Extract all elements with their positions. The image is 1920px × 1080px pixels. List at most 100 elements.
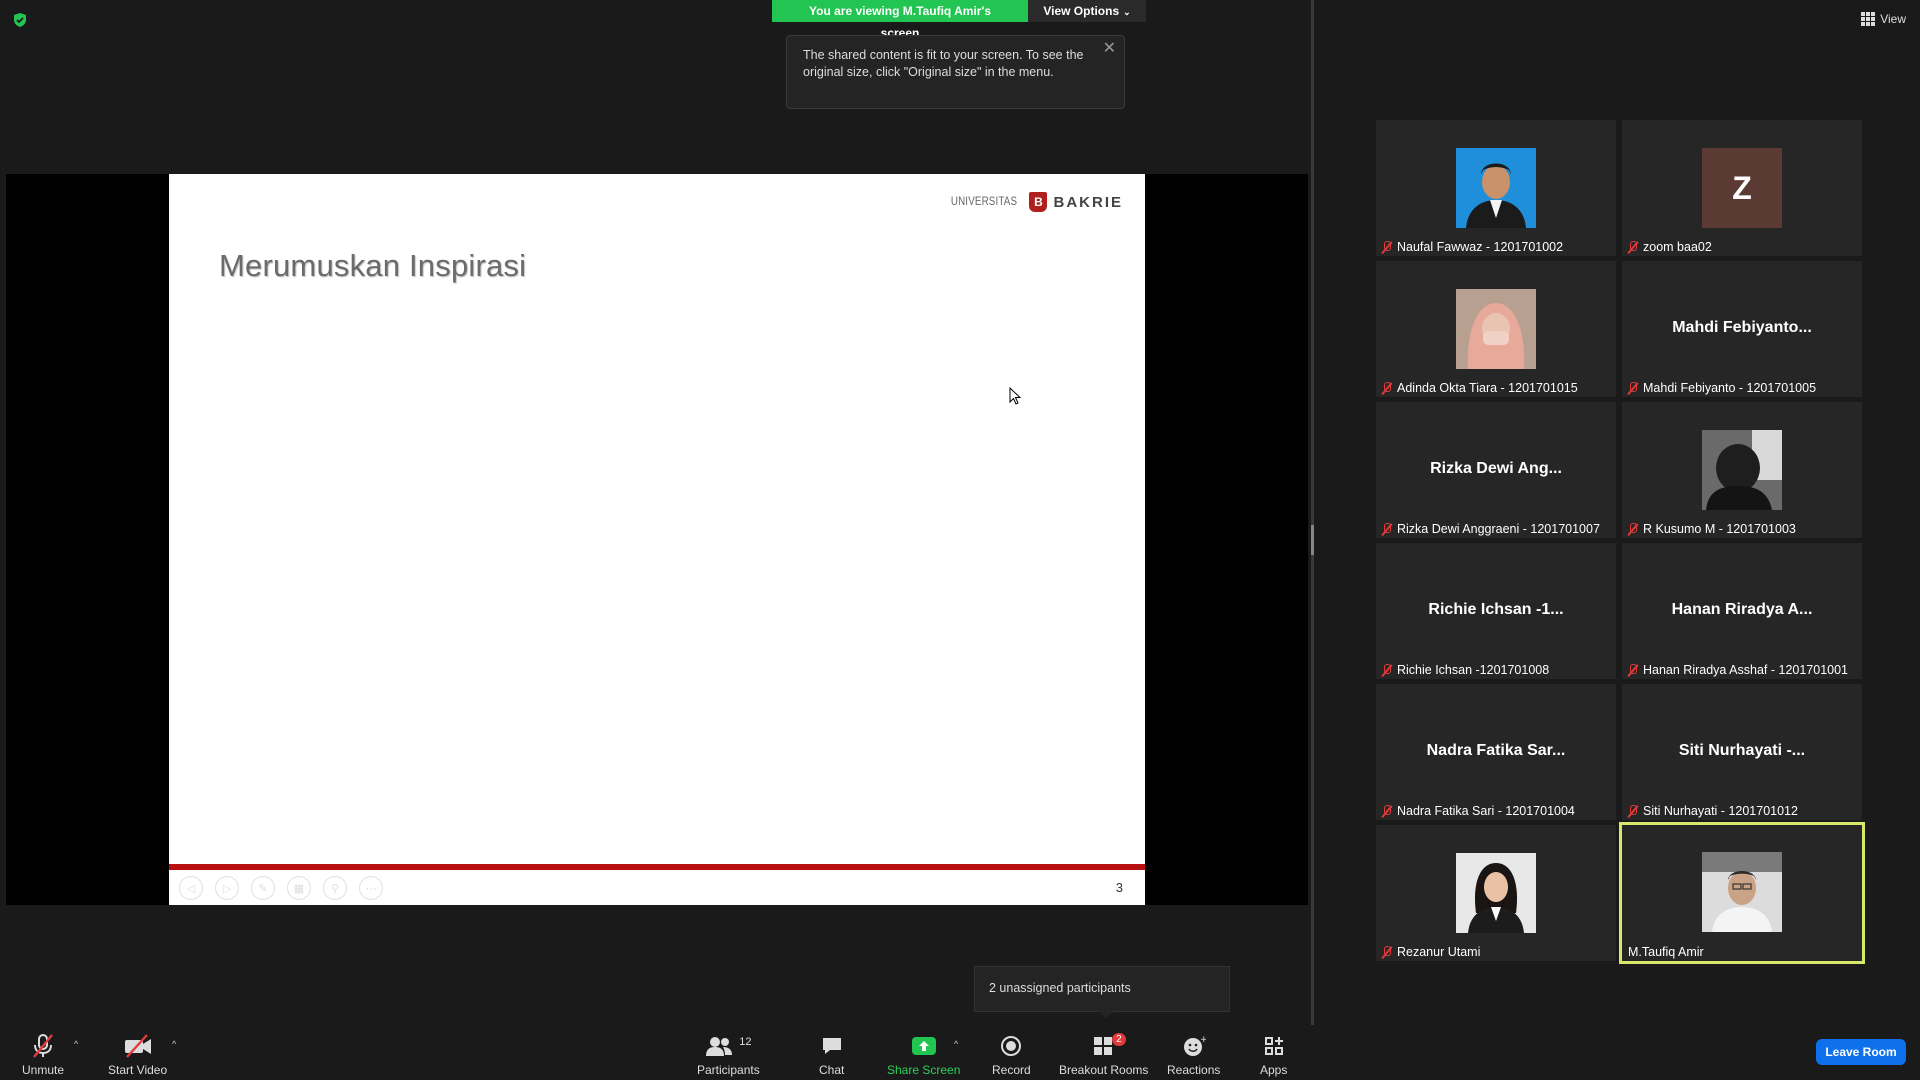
participant-name-label: Naufal Fawwaz - 1201701002 [1382, 240, 1563, 254]
participants-count: 12 [739, 1036, 752, 1048]
participant-name: Siti Nurhayati - 1201701012 [1643, 804, 1798, 818]
participants-icon: 12 [705, 1033, 751, 1059]
view-options-button[interactable]: View Options ⌄ [1028, 0, 1146, 22]
mouse-cursor-icon [1009, 387, 1022, 405]
participant-name-label: zoom baa02 [1628, 240, 1712, 254]
university-logo: UNIVERSITAS B BAKRIE [945, 192, 1123, 212]
toast-text: 2 unassigned participants [989, 981, 1131, 995]
view-options-label: View Options [1043, 4, 1120, 18]
muted-mic-icon [1382, 663, 1392, 677]
participant-tile[interactable]: Hanan Riradya A... Hanan Riradya Asshaf … [1622, 543, 1862, 679]
participant-name: R Kusumo M - 1201701003 [1643, 522, 1796, 536]
muted-mic-icon [1382, 381, 1392, 395]
slideshow-controls: ◁ ▷ ✎ ▦ ⚲ ⋯ [179, 876, 383, 900]
unassigned-participants-toast[interactable]: 2 unassigned participants [974, 966, 1230, 1018]
viewing-screen-label: You are viewing M.Taufiq Amir's screen [772, 0, 1028, 40]
participant-name-label: Adinda Okta Tiara - 1201701015 [1382, 381, 1578, 395]
participant-name: Nadra Fatika Sari - 1201701004 [1397, 804, 1575, 818]
close-icon[interactable]: ✕ [1103, 40, 1116, 57]
start-video-button[interactable]: Start Video [108, 1033, 167, 1077]
share-options-caret-icon[interactable]: ^ [954, 1039, 958, 1049]
participant-photo [1456, 289, 1536, 369]
unmute-button[interactable]: Unmute [22, 1033, 64, 1077]
participant-tile[interactable]: Richie Ichsan -1... Richie Ichsan -12017… [1376, 543, 1616, 679]
participant-display-name: Mahdi Febiyanto... [1672, 319, 1812, 336]
participant-tile[interactable]: Naufal Fawwaz - 1201701002 [1376, 120, 1616, 256]
reactions-label: Reactions [1167, 1063, 1221, 1077]
active-speaker-tile[interactable]: M.Taufiq Amir [1619, 822, 1865, 964]
muted-microphone-icon [30, 1033, 56, 1059]
slide-footer-bar [169, 864, 1145, 870]
participant-display-name: Hanan Riradya A... [1671, 601, 1813, 618]
participant-name-label: Nadra Fatika Sari - 1201701004 [1382, 804, 1575, 818]
participant-tile[interactable]: Z zoom baa02 [1622, 120, 1862, 256]
zoom-icon[interactable]: ⚲ [323, 876, 347, 900]
muted-mic-icon [1628, 240, 1638, 254]
view-button[interactable]: View [1861, 12, 1906, 26]
participant-name-label: Hanan Riradya Asshaf - 1201701001 [1628, 663, 1848, 677]
participant-name: Naufal Fawwaz - 1201701002 [1397, 240, 1564, 254]
audio-options-caret-icon[interactable]: ^ [74, 1039, 78, 1049]
muted-mic-icon [1628, 663, 1638, 677]
reactions-icon: + [1182, 1033, 1206, 1059]
muted-mic-icon [1382, 945, 1392, 959]
participant-photo [1702, 430, 1782, 510]
video-off-icon [123, 1033, 153, 1059]
apps-button[interactable]: Apps [1260, 1033, 1287, 1077]
reactions-button[interactable]: + Reactions [1167, 1033, 1220, 1077]
meeting-toolbar: Unmute ^ Start Video ^ 12 Participants C… [0, 1025, 1920, 1080]
share-screen-label: Share Screen [887, 1063, 961, 1077]
participant-tile[interactable]: Mahdi Febiyanto... Mahdi Febiyanto - 120… [1622, 261, 1862, 397]
logo-text-right: BAKRIE [1053, 193, 1123, 211]
participant-name: Adinda Okta Tiara - 1201701015 [1397, 381, 1578, 395]
participant-tile[interactable]: Adinda Okta Tiara - 1201701015 [1376, 261, 1616, 397]
participant-name-label: M.Taufiq Amir [1628, 945, 1704, 959]
apps-icon [1263, 1033, 1285, 1059]
participant-display-name: Siti Nurhayati -... [1678, 742, 1806, 759]
participant-tile[interactable]: Rizka Dewi Ang... Rizka Dewi Anggraeni -… [1376, 402, 1616, 538]
participant-letter-avatar: Z [1702, 148, 1782, 228]
participants-button[interactable]: 12 Participants [697, 1033, 760, 1077]
participant-photo [1456, 853, 1536, 933]
muted-mic-icon [1382, 240, 1392, 254]
chat-button[interactable]: Chat [819, 1033, 844, 1077]
more-icon[interactable]: ⋯ [359, 876, 383, 900]
participant-display-name: Richie Ichsan -1... [1428, 601, 1564, 618]
breakout-rooms-button[interactable]: 2 Breakout Rooms [1059, 1033, 1148, 1077]
participant-display-name: Nadra Fatika Sar... [1426, 742, 1566, 759]
participants-label: Participants [697, 1063, 760, 1077]
slides-icon[interactable]: ▦ [287, 876, 311, 900]
participant-name-label: Mahdi Febiyanto - 1201701005 [1628, 381, 1816, 395]
muted-mic-icon [1628, 804, 1638, 818]
next-slide-icon[interactable]: ▷ [215, 876, 239, 900]
leave-room-button[interactable]: Leave Room [1816, 1039, 1906, 1065]
participant-display-name: Rizka Dewi Ang... [1430, 460, 1562, 477]
previous-slide-icon[interactable]: ◁ [179, 876, 203, 900]
participant-tile[interactable]: Rezanur Utami [1376, 825, 1616, 961]
participant-tile[interactable]: Siti Nurhayati -... Siti Nurhayati - 120… [1622, 684, 1862, 820]
tooltip-text: The shared content is fit to your screen… [803, 48, 1084, 79]
divider-handle[interactable] [1311, 525, 1314, 555]
participant-name: Hanan Riradya Asshaf - 1201701001 [1643, 663, 1849, 677]
share-screen-button[interactable]: Share Screen [887, 1033, 960, 1077]
gallery-grid-icon [1861, 12, 1876, 26]
record-button[interactable]: Record [992, 1033, 1031, 1077]
breakout-rooms-badge: 2 [1112, 1033, 1126, 1046]
participant-name-label: Richie Ichsan -1201701008 [1382, 663, 1549, 677]
muted-mic-icon [1628, 381, 1638, 395]
participant-name: Rezanur Utami [1397, 945, 1481, 959]
video-options-caret-icon[interactable]: ^ [172, 1039, 176, 1049]
participant-name: M.Taufiq Amir [1628, 945, 1704, 959]
view-label: View [1880, 12, 1906, 26]
pen-icon[interactable]: ✎ [251, 876, 275, 900]
shared-screen-area: UNIVERSITAS B BAKRIE Merumuskan Inspiras… [6, 174, 1308, 905]
chevron-down-icon: ⌄ [1123, 7, 1131, 17]
presentation-slide: UNIVERSITAS B BAKRIE Merumuskan Inspiras… [169, 174, 1145, 905]
security-shield-icon[interactable] [12, 12, 28, 28]
logo-text-left: UNIVERSITAS [951, 196, 1018, 208]
panel-divider[interactable] [1311, 0, 1314, 1025]
participant-name: Richie Ichsan -1201701008 [1397, 663, 1550, 677]
participant-tile[interactable]: R Kusumo M - 1201701003 [1622, 402, 1862, 538]
slide-page-number: 3 [1115, 880, 1123, 895]
participant-tile[interactable]: Nadra Fatika Sar... Nadra Fatika Sari - … [1376, 684, 1616, 820]
